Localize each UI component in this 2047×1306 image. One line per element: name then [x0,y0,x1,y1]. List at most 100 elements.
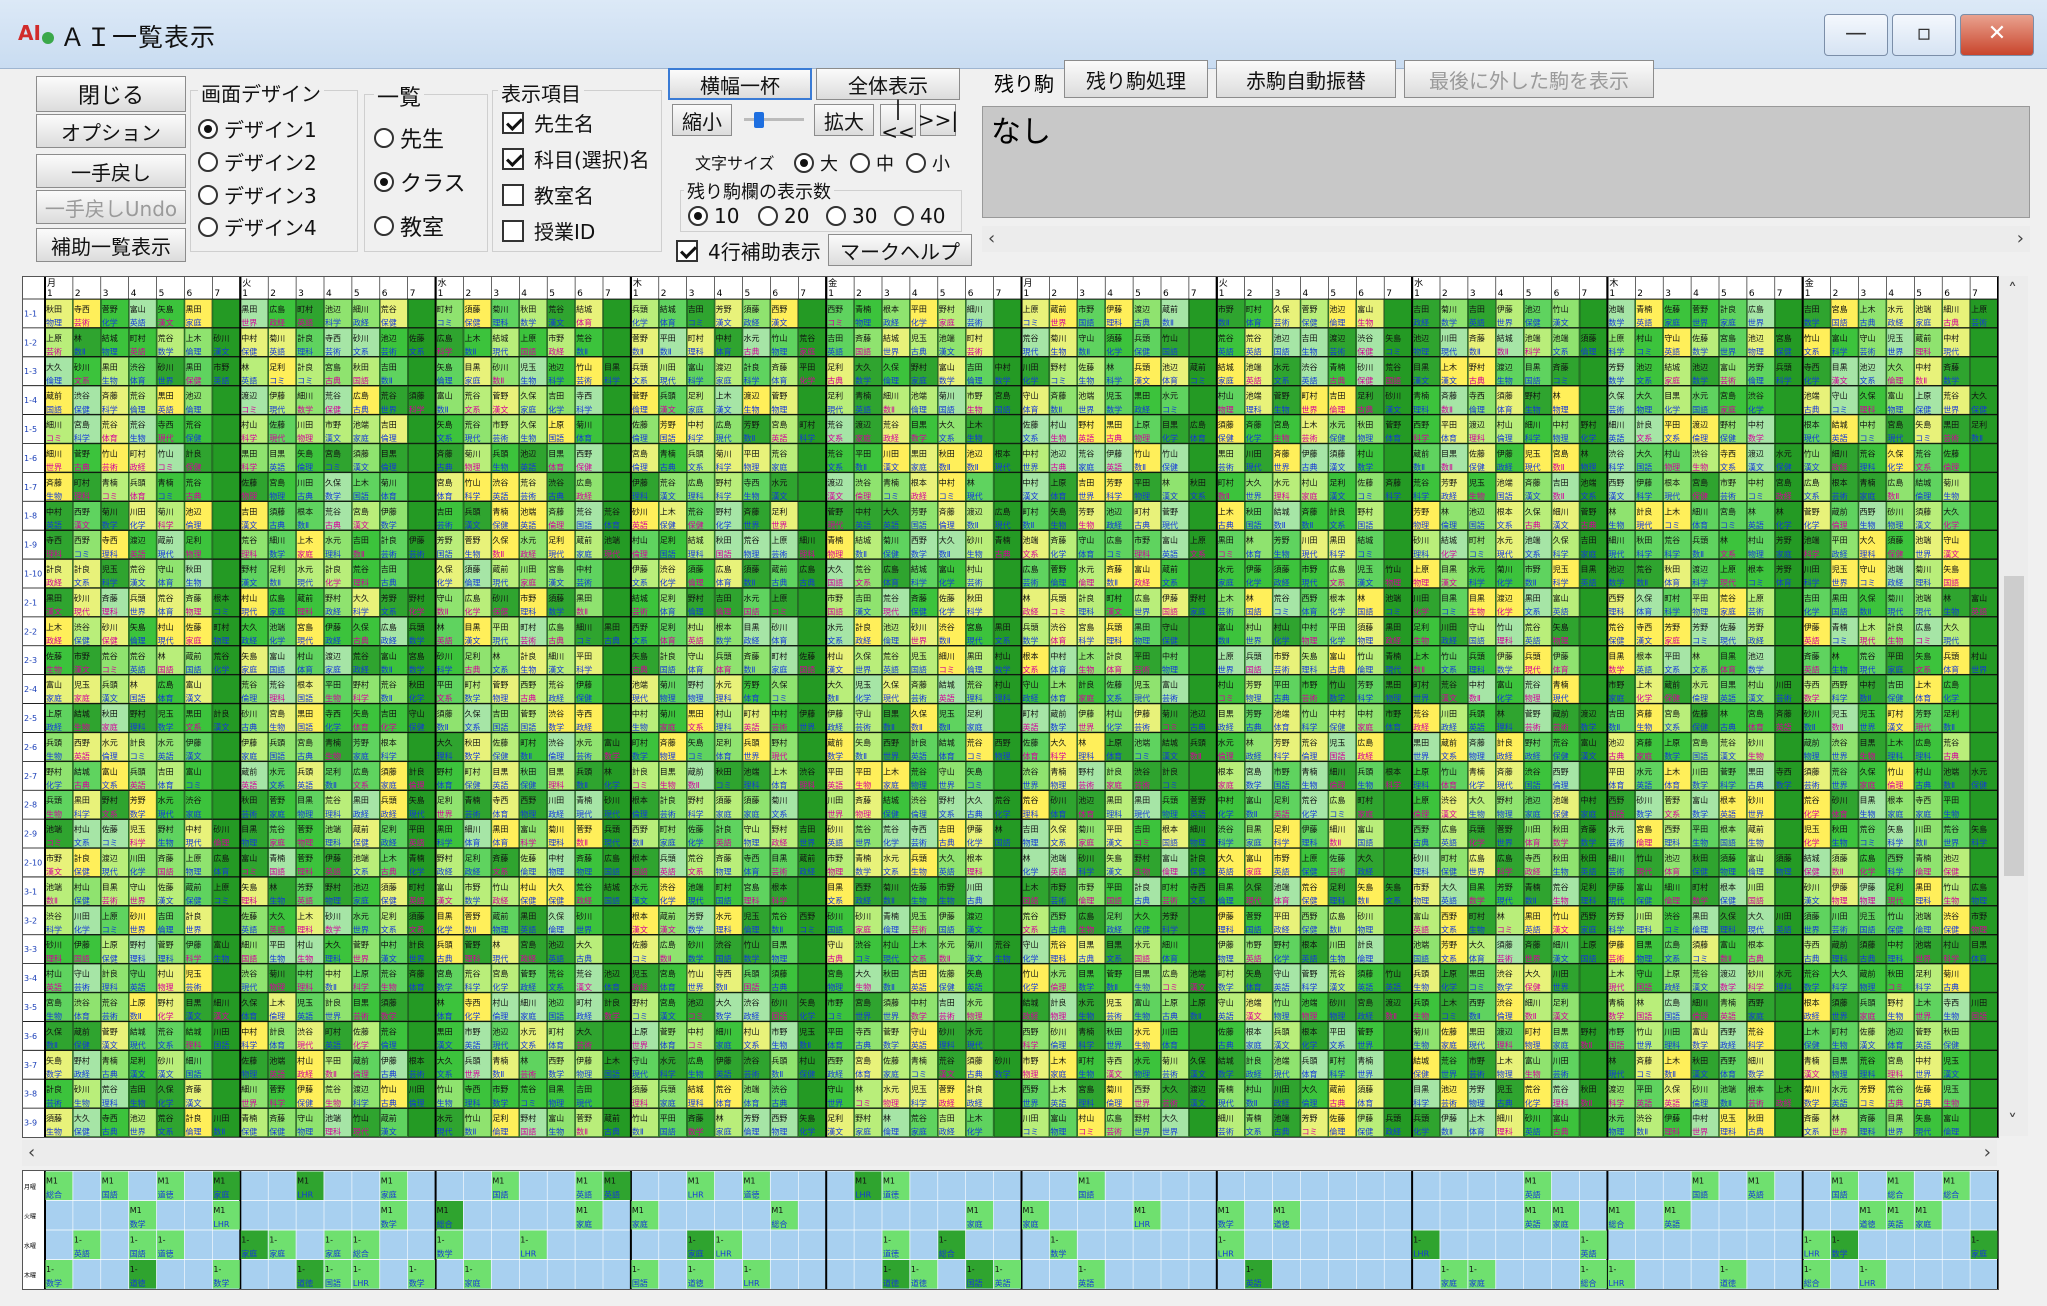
cell-teacher-name: 芳野 [1608,362,1624,372]
cell-subject-name: 体育 [409,982,425,992]
cell-subject-name: 国語 [1134,953,1150,963]
class-row-label: 1-6 [24,454,37,463]
cell-teacher-name: 久保 [883,362,899,372]
cell-subject-name: 芸術 [911,838,927,848]
cell-teacher-name: 足利 [827,391,843,401]
options-button[interactable]: オプション [36,114,186,148]
cell-subject-name: 数Ⅱ [576,838,588,848]
zoom-slider-thumb[interactable] [754,112,764,128]
first-button[interactable]: |<< [880,96,916,144]
design-option-4[interactable]: デザイン4 [198,212,317,241]
list-option-class[interactable]: クラス [374,166,466,198]
timetable-grid[interactable]: 月1234567火1234567水1234567木1234567金1234567… [22,276,1999,1138]
close-window-button[interactable]: ✕ [1960,14,2034,56]
list-option-teacher[interactable]: 先生 [374,122,444,154]
zoom-slider[interactable] [744,112,804,128]
cell-subject-name: 科学 [46,924,62,934]
cell-teacher-name: 守山 [855,709,871,719]
cell-subject-name: 現代 [1636,520,1652,530]
cell-teacher-name: 村山 [1218,680,1234,690]
cell-teacher-name: 荒谷 [548,680,564,690]
cell-subject-name: 数学 [548,607,564,617]
remain-count-10[interactable]: 10 [688,204,739,228]
cell-subject-name: 芸術 [660,809,676,819]
cell-teacher-name: 竹山 [492,882,508,892]
cell-subject-name: コミ [213,897,229,906]
cell-subject-name: 漢文 [548,578,564,588]
cell-teacher-name: 細川 [1162,940,1178,950]
cell-teacher-name: 兵頭 [716,651,732,661]
check-lesson-id[interactable]: 授業ID [502,216,595,245]
cell-teacher-name: 秋田 [939,448,955,458]
undo-undo-button[interactable]: 一手戻しUndo [36,190,186,224]
enlarge-button[interactable]: 拡大 [814,104,874,136]
maximize-button[interactable]: ▫ [1892,14,1956,56]
cell-subject-name: 化学 [1302,809,1318,819]
scroll-right-icon[interactable]: › [2017,228,2024,249]
cell-subject-name: 家庭 [520,578,536,588]
cell-teacher-name: 児玉 [911,652,927,661]
cell-teacher-name: 渋谷 [1441,795,1457,805]
cell-subject-name: 英語 [744,722,760,732]
remain-count-30[interactable]: 30 [826,204,877,228]
check-subject-name[interactable]: 科目(選択)名 [502,144,650,173]
cell-subject-name: 英語 [1525,635,1541,645]
cell-subject-name: 理科 [241,896,257,906]
design-option-2[interactable]: デザイン2 [198,147,317,176]
cell-subject-name: 現代 [241,982,257,992]
close-button[interactable]: 閉じる [36,76,186,112]
period-label: 6 [1944,289,1950,299]
mark-help-button[interactable]: マークヘルプ [828,234,972,266]
cell-subject-name: 物理 [1413,896,1429,906]
full-width-button[interactable]: 横幅一杯 [668,68,812,100]
design-option-3[interactable]: デザイン3 [198,180,317,209]
aux4-checkbox[interactable]: 4行補助表示 [676,236,821,265]
remain-count-20[interactable]: 20 [758,204,809,228]
cell-teacher-name: 須藤 [1860,940,1876,950]
cell-subject-name: 現代 [604,549,620,559]
cell-subject-name: 体育 [492,809,508,819]
cell-subject-name: 体育 [158,693,174,703]
timetable-cell [1579,617,1608,646]
font-size-medium[interactable]: 中 [850,150,894,176]
cell-subject-name: 古典 [939,838,955,848]
aux-list-button[interactable]: 補助一覧表示 [36,228,186,262]
scroll-left-icon[interactable]: ‹ [988,228,995,249]
remain-scrollbar[interactable]: ‹ › [982,226,2030,252]
last-button[interactable]: >>| [918,104,958,136]
radio-label: 10 [714,204,740,228]
cell-subject-name: 保健 [1887,693,1903,703]
show-last-removed-button[interactable]: 最後に外した駒を表示 [1404,60,1654,98]
design-option-1[interactable]: デザイン1 [198,114,317,143]
cell-subject-name: 芸術 [46,346,62,356]
remain-pieces-box[interactable]: なし [982,106,2030,218]
cell-teacher-name: 兵頭 [576,766,592,776]
cell-teacher-name: 荒谷 [548,304,564,314]
remain-count-40[interactable]: 40 [894,204,945,228]
cell-teacher-name: 児玉 [855,681,871,690]
cell-teacher-name: 菊川 [1078,824,1094,834]
list-option-room[interactable]: 教室 [374,210,444,242]
remain-process-button[interactable]: 残り駒処理 [1064,60,1208,98]
cell-subject-name: 国語 [911,664,927,674]
cell-subject-name: コミ [1832,636,1848,645]
undo-button[interactable]: 一手戻し [36,154,186,188]
cell-subject-name: 生物 [520,375,536,385]
cell-teacher-name: 富山 [688,362,704,372]
cell-subject-name: 倫理 [1357,953,1373,963]
remain-pieces-text: なし [991,115,1051,150]
cell-subject-name: 数Ⅱ [1860,607,1872,617]
shrink-button[interactable]: 縮小 [672,104,732,136]
minimize-button[interactable]: — [1824,14,1888,56]
check-room-name[interactable]: 教室名 [502,180,594,209]
cell-subject-name: 生物 [1887,635,1903,645]
font-size-small[interactable]: 小 [906,150,950,176]
cell-teacher-name: 中村 [939,477,955,487]
red-auto-button[interactable]: 赤駒自動振替 [1216,60,1396,98]
cell-subject-name: 漢文 [46,607,62,617]
cell-teacher-name: 林 [269,882,277,892]
cell-teacher-name: 富山 [269,651,285,661]
font-size-large[interactable]: 大 [794,150,838,176]
check-teacher-name[interactable]: 先生名 [502,108,594,137]
cell-teacher-name: 芳野 [1748,622,1764,632]
